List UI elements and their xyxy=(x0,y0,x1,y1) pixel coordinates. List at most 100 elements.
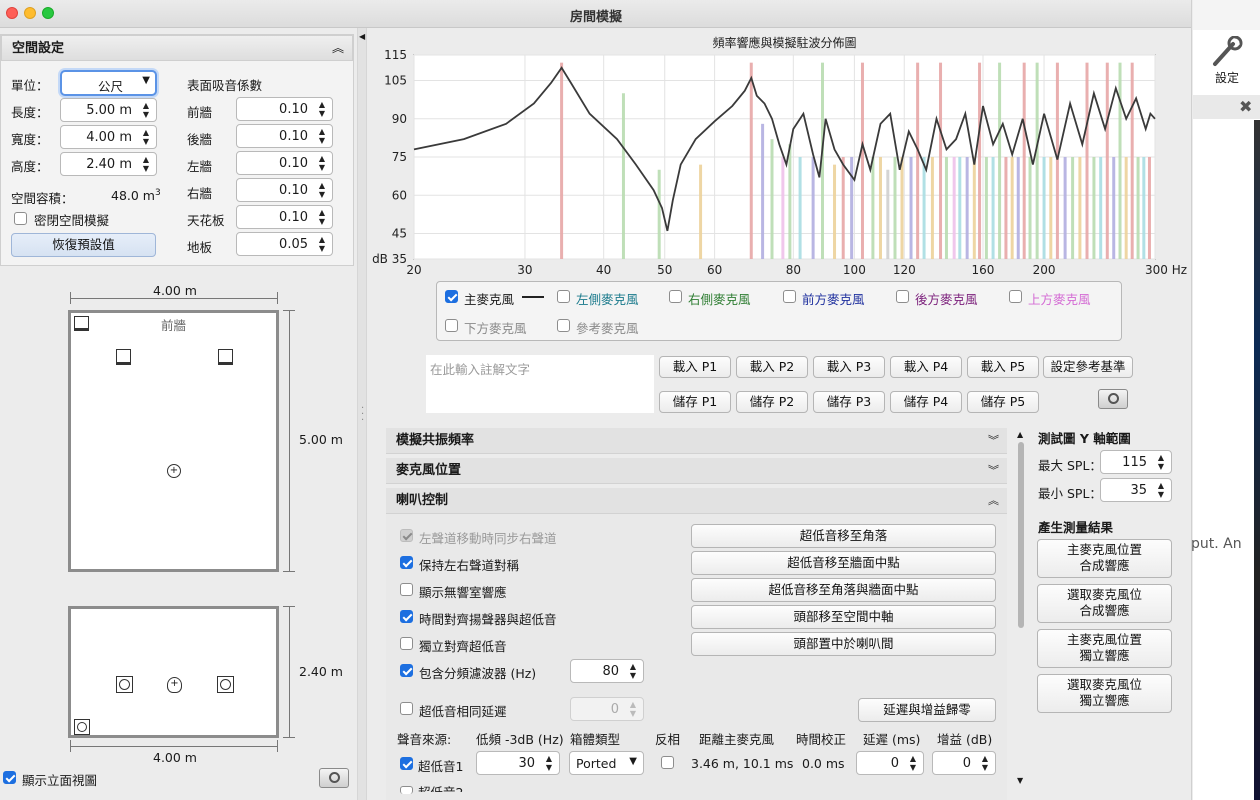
stepper-arrows-icon[interactable]: ▲ ▼ xyxy=(316,208,328,226)
stepper-arrows-icon[interactable]: ▲ ▼ xyxy=(316,100,328,118)
legend-checkbox[interactable] xyxy=(445,290,458,303)
stepper-arrows-icon[interactable]: ▲ ▼ xyxy=(316,154,328,172)
surface-absorption-stepper[interactable]: 0.10 ▲ ▼ xyxy=(236,124,333,148)
width-stepper[interactable]: 4.00 m ▲ ▼ xyxy=(60,125,157,149)
expand-chevron-icon[interactable]: ︾ xyxy=(988,428,999,454)
camera-snapshot-icon[interactable] xyxy=(319,768,349,788)
stepper-arrows-icon[interactable]: ▲ ▼ xyxy=(543,754,555,772)
expand-chevron-icon[interactable]: ︾ xyxy=(988,458,999,484)
room-settings-header[interactable]: 空間設定 ︽ xyxy=(1,35,353,61)
stepper-arrows-icon[interactable]: ▲ ▼ xyxy=(140,155,152,173)
speaker-option-checkbox[interactable] xyxy=(400,556,413,569)
restore-defaults-button[interactable]: 恢復預設值 xyxy=(11,233,156,257)
length-stepper[interactable]: 5.00 m ▲ ▼ xyxy=(60,98,157,122)
sub1-box-type-select[interactable]: Ported ▼ xyxy=(569,751,644,775)
camera-snapshot-icon[interactable] xyxy=(1098,389,1128,409)
reset-delay-gain-button[interactable]: 延遲與增益歸零 xyxy=(858,698,996,722)
collapse-chevron-icon[interactable]: ︽ xyxy=(988,488,999,514)
speaker-action-button[interactable]: 超低音移至角落 xyxy=(691,524,996,548)
stepper-arrows-icon[interactable]: ▲ ▼ xyxy=(316,235,328,253)
load-preset-button[interactable]: 載入 P5 xyxy=(967,356,1039,378)
sub1-gain-stepper[interactable]: 0 ▲ ▼ xyxy=(932,751,996,775)
generate-result-button[interactable]: 主麥克風位置 合成響應 xyxy=(1037,539,1172,578)
stepper-arrows-icon[interactable]: ▲ ▼ xyxy=(140,101,152,119)
legend-checkbox[interactable] xyxy=(557,290,570,303)
generate-result-button[interactable]: 主麥克風位置 獨立響應 xyxy=(1037,629,1172,668)
collapse-left-icon[interactable]: ◀ xyxy=(359,32,365,41)
sub1-enable-checkbox[interactable] xyxy=(400,757,413,770)
speaker-control-section-header[interactable]: 喇叭控制 ︽ xyxy=(386,488,1007,514)
speaker-action-button[interactable]: 頭部移至空間中軸 xyxy=(691,605,996,629)
save-preset-button[interactable]: 儲存 P5 xyxy=(967,391,1039,413)
max-spl-stepper[interactable]: 115 ▲ ▼ xyxy=(1100,450,1172,474)
legend-checkbox[interactable] xyxy=(783,290,796,303)
listener-head-front-icon[interactable]: + xyxy=(167,677,182,693)
stepper-arrows-icon[interactable]: ▲ ▼ xyxy=(627,662,639,680)
save-preset-button[interactable]: 儲存 P2 xyxy=(736,391,808,413)
sealed-room-checkbox[interactable] xyxy=(14,212,27,225)
stepper-arrows-icon[interactable]: ▲ ▼ xyxy=(627,700,639,718)
surface-absorption-stepper[interactable]: 0.05 ▲ ▼ xyxy=(236,232,333,256)
load-preset-button[interactable]: 載入 P3 xyxy=(813,356,885,378)
load-preset-button[interactable]: 載入 P1 xyxy=(659,356,731,378)
surface-absorption-stepper[interactable]: 0.10 ▲ ▼ xyxy=(236,97,333,121)
resonance-section-header[interactable]: 模擬共振頻率 ︾ xyxy=(386,428,1007,454)
settings-wrench-icon[interactable] xyxy=(1209,35,1243,68)
speaker-option-checkbox[interactable] xyxy=(400,664,413,677)
unit-select[interactable]: 公尺 ▼ xyxy=(60,70,157,96)
surface-absorption-stepper[interactable]: 0.10 ▲ ▼ xyxy=(236,151,333,175)
speaker-action-button[interactable]: 超低音移至牆面中點 xyxy=(691,551,996,575)
sub2-enable-checkbox[interactable] xyxy=(400,786,413,794)
stepper-arrows-icon[interactable]: ▲ ▼ xyxy=(316,127,328,145)
scroll-up-icon[interactable]: ▲ xyxy=(1017,430,1023,439)
legend-checkbox[interactable] xyxy=(669,290,682,303)
sub1-delay-stepper[interactable]: 0 ▲ ▼ xyxy=(856,751,924,775)
height-stepper[interactable]: 2.40 m ▲ ▼ xyxy=(60,152,157,176)
legend-checkbox[interactable] xyxy=(896,290,909,303)
same-delay-stepper[interactable]: 0 ▲ ▼ xyxy=(570,697,644,721)
load-preset-button[interactable]: 載入 P4 xyxy=(890,356,962,378)
min-spl-stepper[interactable]: 35 ▲ ▼ xyxy=(1100,478,1172,502)
stepper-arrows-icon[interactable]: ▲ ▼ xyxy=(979,754,991,772)
splitter-handle[interactable]: ◀ ··· ▶ xyxy=(357,28,367,800)
legend-checkbox[interactable] xyxy=(445,319,458,332)
right-speaker-front-icon[interactable] xyxy=(217,676,234,693)
surface-absorption-stepper[interactable]: 0.10 ▲ ▼ xyxy=(236,205,333,229)
speaker-action-button[interactable]: 超低音移至角落與牆面中點 xyxy=(691,578,996,602)
generate-result-button[interactable]: 選取麥克風位 獨立響應 xyxy=(1037,674,1172,713)
stepper-arrows-icon[interactable]: ▲ ▼ xyxy=(316,181,328,199)
sub1-lf-stepper[interactable]: 30 ▲ ▼ xyxy=(476,751,560,775)
save-preset-button[interactable]: 儲存 P4 xyxy=(890,391,962,413)
sub1-invert-checkbox[interactable] xyxy=(661,756,674,769)
mic-position-section-header[interactable]: 麥克風位置 ︾ xyxy=(386,458,1007,484)
left-speaker-front-icon[interactable] xyxy=(116,676,133,693)
show-elevation-checkbox[interactable] xyxy=(3,771,16,784)
stepper-arrows-icon[interactable]: ▲ ▼ xyxy=(140,128,152,146)
subwoofer-front-icon[interactable] xyxy=(74,719,90,735)
scroll-down-icon[interactable]: ▼ xyxy=(1017,776,1023,785)
speaker-option-checkbox[interactable] xyxy=(400,637,413,650)
section-scrollbar[interactable]: ▲ ▼ xyxy=(1016,430,1026,800)
stepper-arrows-icon[interactable]: ▲ ▼ xyxy=(1155,453,1167,471)
speaker-action-button[interactable]: 頭部置中於喇叭間 xyxy=(691,632,996,656)
stepper-arrows-icon[interactable]: ▲ ▼ xyxy=(907,754,919,772)
load-preset-button[interactable]: 載入 P2 xyxy=(736,356,808,378)
frequency-response-chart[interactable]: 115 105 90 75 60 45 dB 3520 30 40 50 60 80 100 120 160… xyxy=(368,30,1192,280)
same-delay-checkbox[interactable] xyxy=(400,702,413,715)
save-preset-button[interactable]: 儲存 P1 xyxy=(659,391,731,413)
close-icon[interactable]: ✖ xyxy=(1239,97,1252,116)
surface-absorption-stepper[interactable]: 0.10 ▲ ▼ xyxy=(236,178,333,202)
room-elevation-view[interactable]: + xyxy=(68,606,279,738)
generate-result-button[interactable]: 選取麥克風位 合成響應 xyxy=(1037,584,1172,623)
crossover-stepper[interactable]: 80 ▲ ▼ xyxy=(570,659,644,683)
legend-checkbox[interactable] xyxy=(1009,290,1022,303)
legend-checkbox[interactable] xyxy=(557,319,570,332)
scrollbar-thumb[interactable] xyxy=(1018,442,1024,628)
subwoofer-icon[interactable] xyxy=(74,316,89,331)
settings-label[interactable]: 設定 xyxy=(1215,69,1239,86)
room-plan-view[interactable]: 前牆 + xyxy=(68,310,279,572)
listener-head-icon[interactable]: + xyxy=(167,464,181,478)
right-speaker-icon[interactable] xyxy=(218,349,233,365)
left-speaker-icon[interactable] xyxy=(116,349,131,365)
collapse-chevron-icon[interactable]: ︽ xyxy=(332,36,344,61)
